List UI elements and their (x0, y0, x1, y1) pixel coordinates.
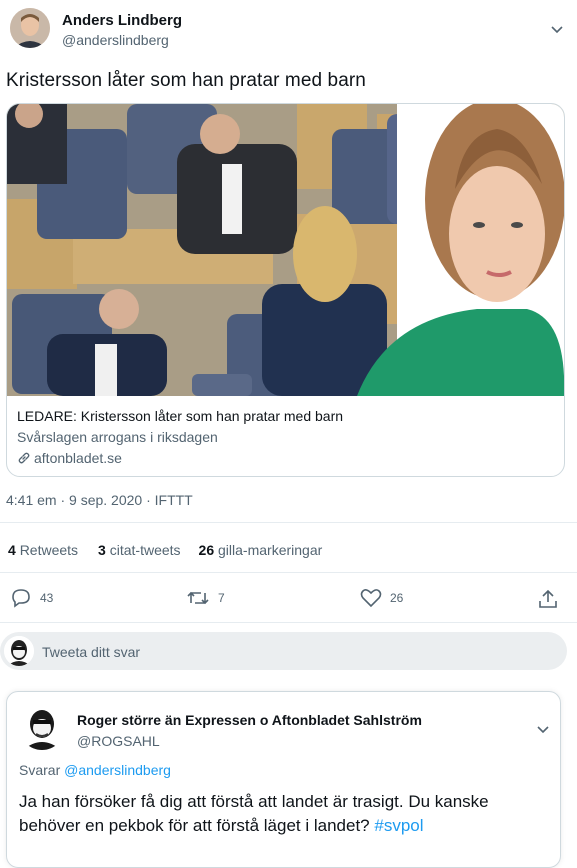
share-button[interactable] (537, 588, 559, 610)
action-bar: 43 7 26 (0, 588, 577, 612)
reply-button[interactable]: 43 (10, 588, 53, 608)
link-icon (18, 452, 30, 464)
reply-author-name[interactable]: Roger större än Expressen o Aftonbladet … (77, 712, 422, 728)
divider (0, 522, 577, 523)
card-description: Svårslagen arrogans i riksdagen (17, 429, 218, 445)
reply-author-handle[interactable]: @ROGSAHL (77, 733, 160, 749)
like-icon (360, 589, 382, 608)
link-card[interactable]: LEDARE: Kristersson låter som han pratar… (6, 103, 565, 477)
card-title[interactable]: LEDARE: Kristersson låter som han pratar… (17, 408, 343, 424)
likes-stat[interactable]: 26 gilla-markeringar (199, 542, 323, 558)
like-button[interactable]: 26 (360, 588, 403, 608)
card-domain-text[interactable]: aftonbladet.se (34, 450, 122, 466)
tweet-page: Anders Lindberg @anderslindberg Kristers… (0, 0, 577, 868)
user-avatar[interactable] (4, 636, 34, 666)
divider (0, 572, 577, 573)
reply-tweet[interactable]: Roger större än Expressen o Aftonbladet … (6, 691, 561, 868)
tweet-timestamp[interactable]: 4:41 em · 9 sep. 2020 · IFTTT (6, 492, 193, 508)
reply-placeholder[interactable]: Tweeta ditt svar (42, 644, 140, 660)
card-image[interactable] (7, 104, 564, 396)
author-handle[interactable]: @anderslindberg (62, 32, 169, 48)
reply-text: Ja han försöker få dig att förstå att la… (19, 792, 489, 835)
author-avatar[interactable] (10, 8, 50, 48)
replying-to-link[interactable]: @anderslindberg (64, 762, 171, 778)
quotes-stat[interactable]: 3 citat-tweets (98, 542, 181, 558)
retweet-count: 7 (218, 591, 225, 605)
reply-author-avatar[interactable] (19, 704, 65, 750)
share-icon (539, 589, 557, 608)
retweets-stat[interactable]: 4 Retweets (8, 542, 78, 558)
retweet-button[interactable]: 7 (186, 588, 225, 608)
card-domain[interactable]: aftonbladet.se (17, 450, 122, 466)
reply-icon (12, 589, 30, 608)
chevron-down-icon[interactable] (551, 26, 563, 34)
reply-count: 43 (40, 591, 54, 605)
author-name[interactable]: Anders Lindberg (62, 12, 182, 29)
tweet-text: Kristersson låter som han pratar med bar… (6, 70, 366, 91)
retweet-icon (187, 591, 209, 605)
reply-composer[interactable]: Tweeta ditt svar (0, 632, 567, 670)
hashtag-link[interactable]: #svpol (374, 816, 423, 835)
chevron-down-icon[interactable] (537, 726, 549, 734)
like-count: 26 (390, 591, 404, 605)
divider (0, 622, 577, 623)
tweet-stats: 4 Retweets 3 citat-tweets 26 gilla-marke… (8, 542, 322, 558)
replying-to: Svarar @anderslindberg (19, 762, 171, 778)
